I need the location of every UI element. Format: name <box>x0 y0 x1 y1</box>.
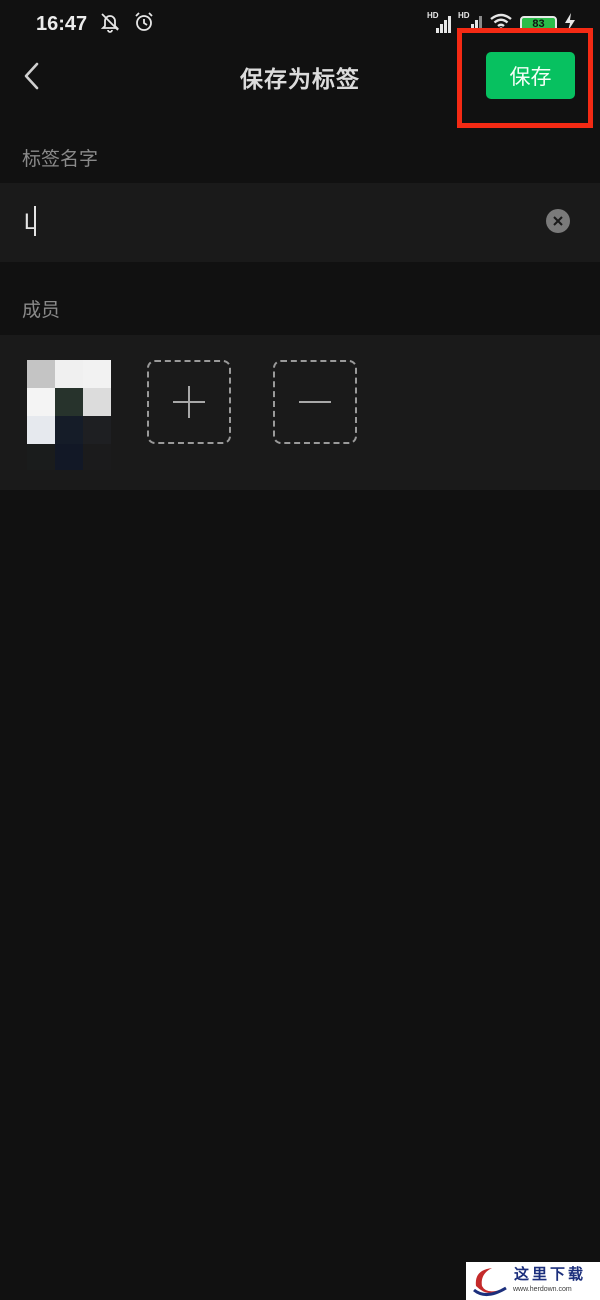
alarm-icon <box>133 11 155 37</box>
tag-name-input[interactable] <box>24 205 524 239</box>
signal-icon: HD <box>458 11 482 34</box>
minus-icon <box>299 401 331 403</box>
watermark-text: 这里下载 <box>514 1265 587 1283</box>
members-label: 成员 <box>22 299 61 321</box>
tag-name-row <box>0 183 600 262</box>
add-member-button[interactable] <box>147 360 231 444</box>
plus-icon <box>173 386 205 418</box>
members-panel <box>0 335 600 490</box>
status-left: 16:47 <box>36 11 155 37</box>
tag-name-label: 标签名字 <box>22 148 99 170</box>
signal-icon: HD <box>427 11 451 34</box>
watermark-url: www.herdown.com <box>513 1286 572 1293</box>
status-time: 16:47 <box>36 12 88 35</box>
wifi-icon <box>489 12 513 36</box>
clear-icon <box>553 216 563 226</box>
swoosh-logo-icon <box>473 1268 507 1296</box>
remove-member-button[interactable] <box>273 360 357 444</box>
charging-icon <box>564 12 576 36</box>
status-right: HD HD 83 <box>427 11 576 36</box>
clear-button[interactable] <box>546 209 570 233</box>
battery-level: 83 <box>532 18 545 30</box>
nav-bar: 保存为标签 保存 <box>0 48 600 108</box>
mute-notification-icon <box>99 11 121 37</box>
status-bar: 16:47 HD HD 83 <box>0 0 600 48</box>
battery-icon: 83 <box>520 15 557 33</box>
member-avatar[interactable] <box>27 360 111 470</box>
text-caret <box>34 206 36 236</box>
save-button[interactable]: 保存 <box>486 52 575 99</box>
watermark-logo: 这里下载 www.herdown.com <box>466 1262 600 1300</box>
